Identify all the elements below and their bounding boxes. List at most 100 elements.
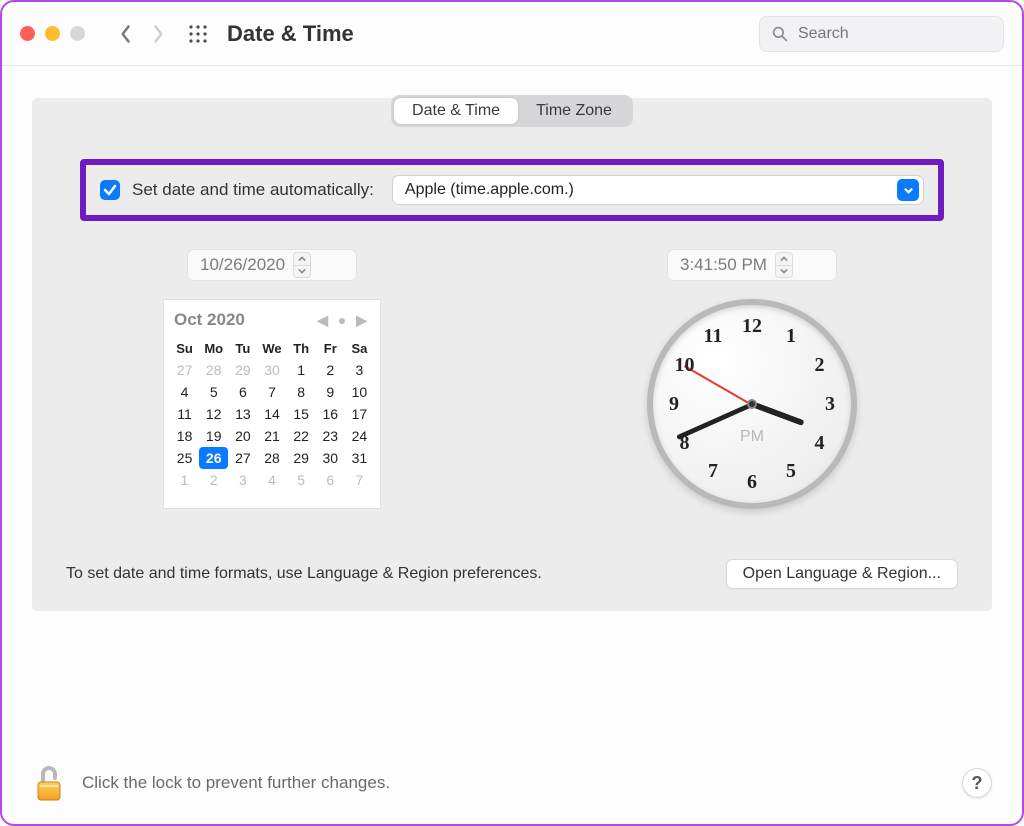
calendar-grid: SuMoTuWeThFrSa27282930123456789101112131… [170,338,374,491]
calendar-day[interactable]: 10 [345,381,374,403]
lock-hint: Click the lock to prevent further change… [82,773,390,793]
calendar-day[interactable]: 17 [345,403,374,425]
calendar-day[interactable]: 5 [287,469,316,491]
calendar-day[interactable]: 4 [170,381,199,403]
calendar-day[interactable]: 16 [316,403,345,425]
clock-numeral: 10 [672,353,696,377]
calendar-month: Oct 2020 [174,310,245,330]
analog-clock: PM 123456789101112 [647,299,857,509]
clock-numeral: 12 [740,314,764,338]
date-step-buttons[interactable] [293,252,311,278]
clock-numeral: 8 [672,431,696,455]
time-value: 3:41:50 PM [680,255,767,275]
page-title: Date & Time [227,21,354,47]
close-icon[interactable] [20,26,35,41]
preferences-pane: Date & Time Time Zone Set date and time … [32,98,992,611]
calendar-day[interactable]: 25 [170,447,199,469]
clock-numeral: 11 [701,324,725,348]
clock-ampm: PM [740,428,764,446]
calendar-day[interactable]: 3 [228,469,257,491]
calendar-day[interactable]: 14 [257,403,286,425]
clock-center [747,399,757,409]
tab-bar: Date & Time Time Zone [391,95,633,127]
calendar-day[interactable]: 7 [345,469,374,491]
calendar-weekday: Sa [345,338,374,359]
calendar-nav[interactable]: ◀ ● ▶ [317,312,370,329]
calendar-day[interactable]: 8 [287,381,316,403]
minimize-icon[interactable] [45,26,60,41]
calendar-day[interactable]: 2 [199,469,228,491]
calendar-day[interactable]: 4 [257,469,286,491]
chevron-down-icon[interactable] [897,179,919,201]
calendar-weekday: We [257,338,286,359]
formats-hint: To set date and time formats, use Langua… [66,565,542,583]
clock-numeral: 4 [808,431,832,455]
calendar-day[interactable]: 11 [170,403,199,425]
calendar-day[interactable]: 5 [199,381,228,403]
maximize-icon[interactable] [70,26,85,41]
calendar-day[interactable]: 21 [257,425,286,447]
calendar-day[interactable]: 29 [287,447,316,469]
date-stepper[interactable]: 10/26/2020 [187,249,357,281]
search-icon [772,25,788,43]
calendar-day[interactable]: 22 [287,425,316,447]
calendar-day[interactable]: 20 [228,425,257,447]
calendar-day[interactable]: 1 [287,359,316,381]
clock-numeral: 6 [740,470,764,494]
calendar-day[interactable]: 30 [316,447,345,469]
help-button[interactable]: ? [962,768,992,798]
calendar-day[interactable]: 18 [170,425,199,447]
time-stepper[interactable]: 3:41:50 PM [667,249,837,281]
calendar-weekday: Su [170,338,199,359]
search-input[interactable] [796,24,991,44]
calendar-day[interactable]: 7 [257,381,286,403]
calendar-day[interactable]: 29 [228,359,257,381]
forward-button[interactable] [145,20,171,48]
calendar-day[interactable]: 6 [316,469,345,491]
calendar-day[interactable]: 2 [316,359,345,381]
calendar-weekday: Mo [199,338,228,359]
calendar-day[interactable]: 19 [199,425,228,447]
lock-icon[interactable] [32,762,66,804]
auto-time-checkbox[interactable] [100,180,120,200]
search-field[interactable] [759,16,1004,52]
time-server-combo[interactable]: Apple (time.apple.com.) [392,175,924,205]
open-language-region-button[interactable]: Open Language & Region... [726,559,958,589]
back-button[interactable] [113,20,139,48]
calendar-day[interactable]: 9 [316,381,345,403]
tab-date-time[interactable]: Date & Time [394,98,518,124]
calendar-day[interactable]: 12 [199,403,228,425]
calendar-day[interactable]: 3 [345,359,374,381]
clock-numeral: 1 [779,324,803,348]
clock-numeral: 2 [808,353,832,377]
calendar-weekday: Fr [316,338,345,359]
toolbar: Date & Time [2,2,1022,66]
calendar-day[interactable]: 27 [170,359,199,381]
window-controls [20,26,85,41]
calendar-day[interactable]: 28 [257,447,286,469]
calendar-day[interactable]: 24 [345,425,374,447]
clock-numeral: 9 [662,392,686,416]
show-all-icon[interactable] [183,19,213,49]
calendar-day[interactable]: 6 [228,381,257,403]
auto-time-label: Set date and time automatically: [132,180,374,200]
calendar-day[interactable]: 26 [199,447,228,469]
time-step-buttons[interactable] [775,252,793,278]
date-value: 10/26/2020 [200,255,285,275]
calendar-weekday: Tu [228,338,257,359]
tab-time-zone[interactable]: Time Zone [518,98,630,124]
calendar-day[interactable]: 1 [170,469,199,491]
clock-numeral: 7 [701,460,725,484]
hour-hand [751,401,805,426]
calendar-day[interactable]: 27 [228,447,257,469]
calendar[interactable]: Oct 2020 ◀ ● ▶ SuMoTuWeThFrSa27282930123… [163,299,381,509]
calendar-day[interactable]: 30 [257,359,286,381]
clock-numeral: 3 [818,392,842,416]
calendar-day[interactable]: 15 [287,403,316,425]
calendar-day[interactable]: 31 [345,447,374,469]
calendar-day[interactable]: 13 [228,403,257,425]
calendar-day[interactable]: 23 [316,425,345,447]
time-server-value: Apple (time.apple.com.) [405,181,574,199]
calendar-day[interactable]: 28 [199,359,228,381]
calendar-weekday: Th [287,338,316,359]
